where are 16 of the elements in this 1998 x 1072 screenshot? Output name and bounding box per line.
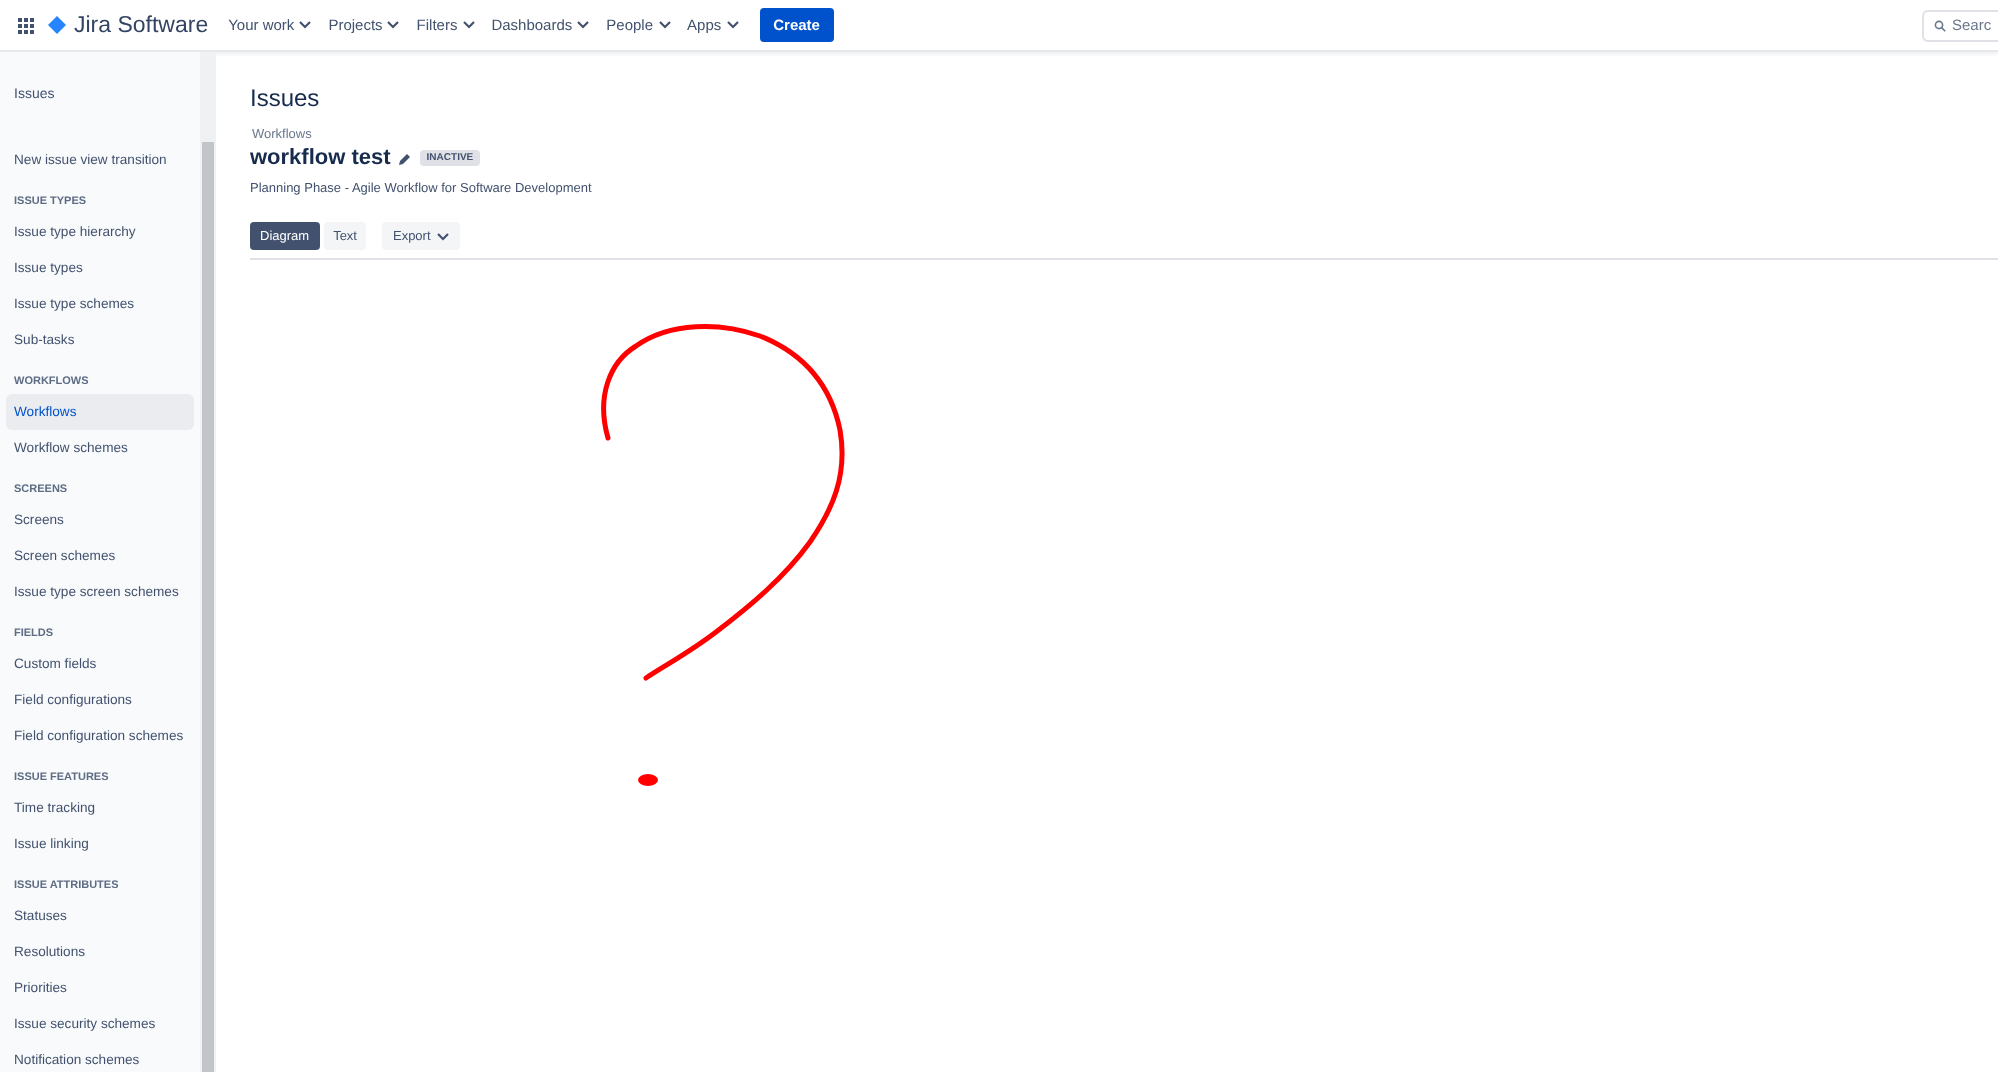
caret-icon [298, 20, 313, 30]
caret-icon [386, 20, 401, 30]
caret-icon [725, 20, 740, 30]
caret-icon [461, 20, 476, 30]
pencil-icon[interactable] [398, 151, 413, 165]
search-icon [1934, 19, 1946, 31]
diamond-logo-icon [48, 16, 66, 34]
product-name[interactable]: Jira Software [74, 13, 209, 37]
caret-icon [657, 20, 672, 30]
caret-icon [436, 231, 451, 241]
app-grid-icon[interactable] [18, 17, 34, 33]
caret-icon [576, 20, 591, 30]
scrollbar[interactable] [200, 52, 216, 1072]
dot-drawing [638, 774, 658, 786]
workflow-name: workflow test [250, 146, 391, 170]
page-title: Issues [250, 84, 322, 112]
